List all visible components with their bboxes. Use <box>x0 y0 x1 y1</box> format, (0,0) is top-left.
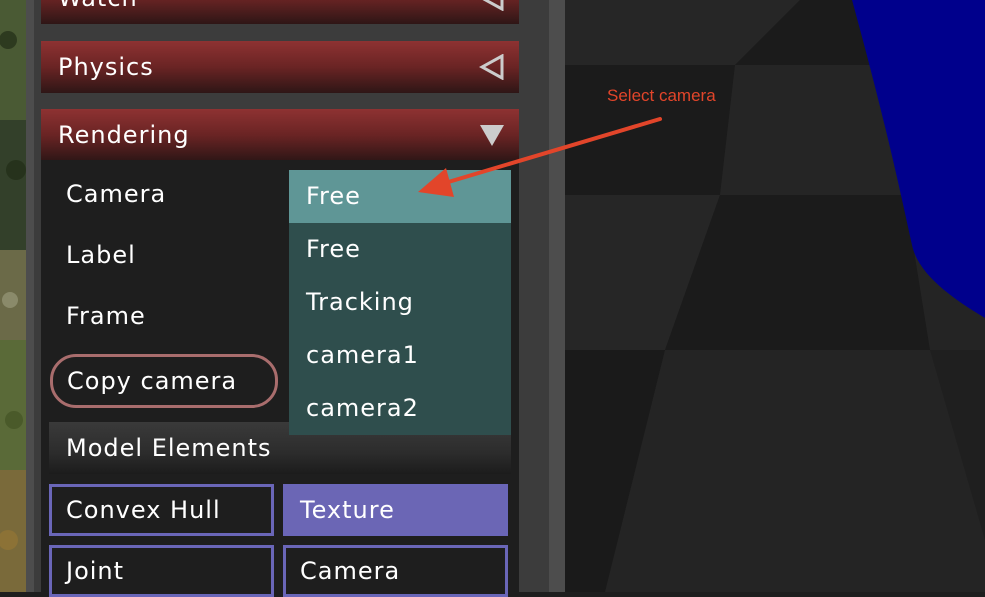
dropdown-option-label: camera1 <box>306 341 419 369</box>
dropdown-selected-value[interactable]: Free <box>289 170 511 223</box>
toggle-joint[interactable]: Joint <box>49 545 274 597</box>
toggle-camera[interactable]: Camera <box>283 545 508 597</box>
dropdown-option-label: Free <box>306 235 361 263</box>
dropdown-option-label: Tracking <box>306 288 414 316</box>
copy-camera-label: Copy camera <box>67 367 238 395</box>
dropdown-option-label: camera2 <box>306 394 419 422</box>
frame-label: Frame <box>66 302 146 330</box>
section-title-watch: Watch <box>58 0 138 24</box>
toggle-label: Camera <box>300 557 401 585</box>
section-header-watch[interactable]: Watch <box>41 0 519 24</box>
section-header-physics[interactable]: Physics <box>41 41 519 93</box>
model-elements-title: Model Elements <box>66 434 272 462</box>
annotation-text: Select camera <box>607 86 716 105</box>
section-title-rendering: Rendering <box>58 121 190 149</box>
dropdown-option-camera1[interactable]: camera1 <box>289 329 511 382</box>
collapsed-triangle-icon <box>479 54 504 80</box>
section-header-rendering[interactable]: Rendering <box>41 109 519 161</box>
toggle-label: Joint <box>66 557 125 585</box>
toggle-texture[interactable]: Texture <box>283 484 508 536</box>
background-forest-image <box>0 0 26 592</box>
dropdown-option-free[interactable]: Free <box>289 223 511 276</box>
camera-label: Camera <box>66 180 167 208</box>
dropdown-option-tracking[interactable]: Tracking <box>289 276 511 329</box>
copy-camera-button[interactable]: Copy camera <box>50 354 278 408</box>
section-title-physics: Physics <box>58 53 154 81</box>
toggle-label: Convex Hull <box>66 496 221 524</box>
label-row-label: Label <box>66 241 136 269</box>
toggle-label: Texture <box>300 496 395 524</box>
toggle-convex-hull[interactable]: Convex Hull <box>49 484 274 536</box>
expanded-triangle-icon <box>480 125 504 146</box>
dropdown-option-camera2[interactable]: camera2 <box>289 382 511 435</box>
collapsed-triangle-icon <box>482 0 504 11</box>
dropdown-selected-label: Free <box>306 182 361 210</box>
camera-dropdown[interactable]: Free Free Tracking camera1 camera2 <box>289 170 511 435</box>
